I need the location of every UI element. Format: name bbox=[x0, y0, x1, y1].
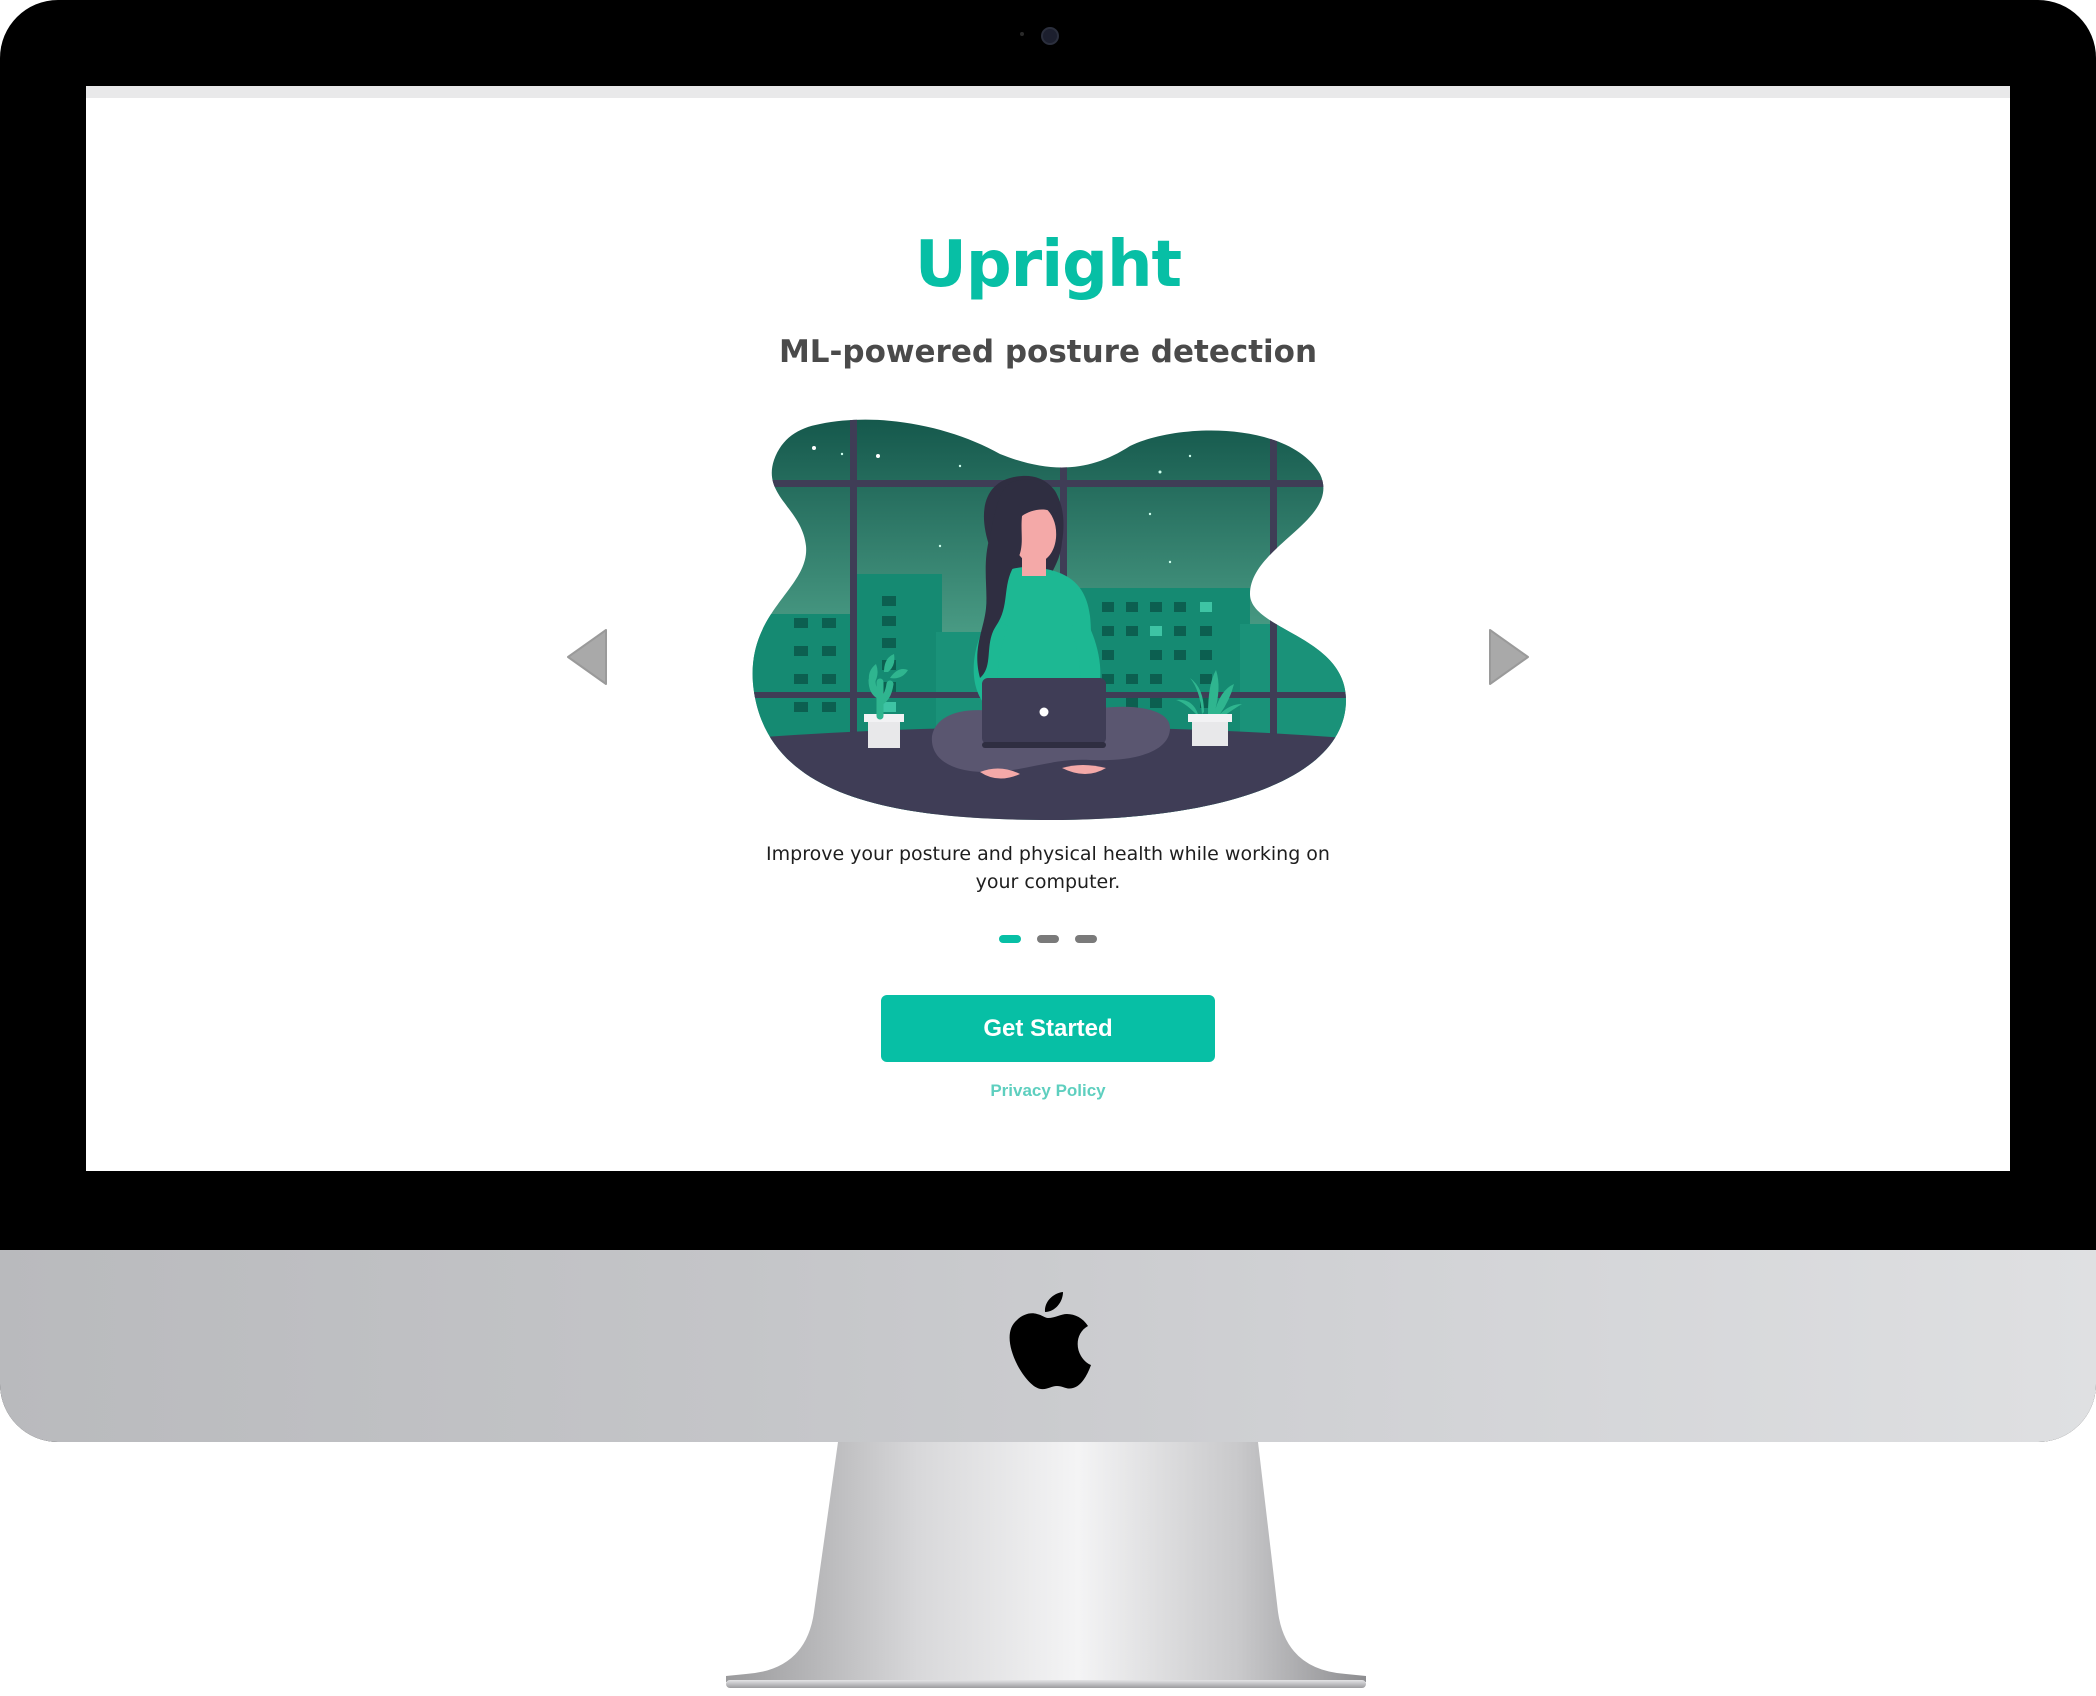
triangle-left-icon bbox=[567, 629, 607, 685]
carousel-next-button[interactable] bbox=[1486, 628, 1530, 686]
app-title: Upright bbox=[914, 228, 1182, 302]
pagination-dot-2[interactable] bbox=[1037, 935, 1059, 943]
camera-sensor bbox=[1020, 32, 1024, 36]
privacy-policy-link[interactable]: Privacy Policy bbox=[86, 1081, 2010, 1101]
carousel-prev-button[interactable] bbox=[566, 628, 610, 686]
app-subtitle: ML-powered posture detection bbox=[778, 334, 1318, 370]
pagination-dot-3[interactable] bbox=[1075, 935, 1097, 943]
carousel-pagination bbox=[86, 935, 2010, 943]
pagination-dot-1[interactable] bbox=[999, 935, 1021, 943]
monitor-stand bbox=[726, 1442, 1366, 1688]
app-screen: Upright ML-powered posture detection Imp… bbox=[86, 86, 2010, 1171]
monitor-bezel: Upright ML-powered posture detection Imp… bbox=[0, 0, 2096, 1442]
get-started-button[interactable]: Get Started bbox=[881, 995, 1215, 1062]
workspace-illustration bbox=[752, 419, 1346, 820]
camera-icon bbox=[1041, 27, 1059, 45]
triangle-right-icon bbox=[1489, 629, 1529, 685]
window-top-bar bbox=[86, 86, 2010, 98]
desktop-mockup: Upright ML-powered posture detection Imp… bbox=[0, 0, 2096, 1696]
slide-caption: Improve your posture and physical health… bbox=[766, 843, 1330, 893]
apple-logo-icon bbox=[1009, 1292, 1091, 1390]
